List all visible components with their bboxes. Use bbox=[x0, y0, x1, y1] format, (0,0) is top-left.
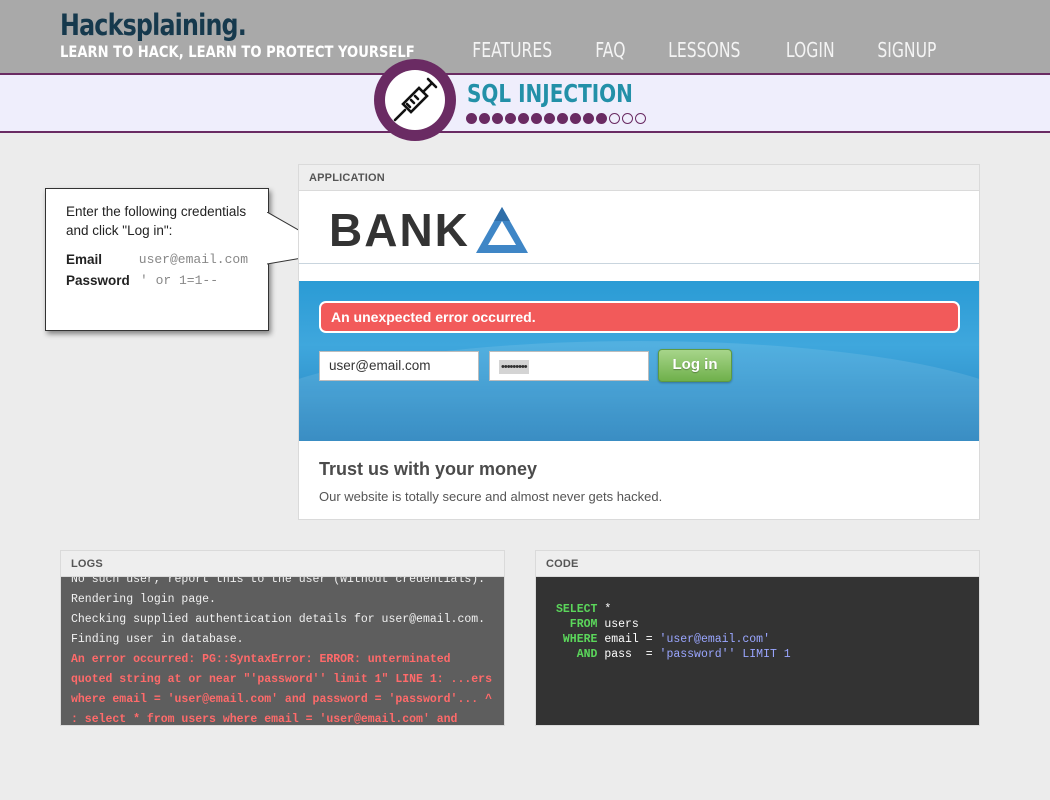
logs-console[interactable]: No such user, report this to the user (w… bbox=[61, 577, 504, 725]
sql-text: users bbox=[597, 618, 639, 631]
progress-dot bbox=[492, 113, 503, 124]
nav-features[interactable]: FEATURES bbox=[472, 38, 552, 62]
logs-header: LOGS bbox=[61, 551, 504, 577]
sql-keyword: SELECT bbox=[556, 603, 598, 616]
code-line: SELECT * bbox=[556, 602, 959, 617]
progress-dot bbox=[531, 113, 542, 124]
nav-faq[interactable]: FAQ bbox=[596, 38, 626, 62]
sql-keyword: WHERE bbox=[556, 633, 598, 646]
callout-instruction: Enter the following credentials and clic… bbox=[66, 204, 247, 238]
nav-signup[interactable]: SIGNUP bbox=[878, 38, 937, 62]
password-input[interactable]: ••••••••• bbox=[489, 351, 649, 381]
login-button[interactable]: Log in bbox=[658, 349, 732, 382]
application-header: APPLICATION bbox=[299, 165, 979, 191]
password-hint: ' or 1=1-- bbox=[140, 273, 219, 288]
nav-lessons[interactable]: LESSONS bbox=[668, 38, 740, 62]
progress-dot bbox=[518, 113, 529, 124]
progress-dot bbox=[596, 113, 607, 124]
code-line: FROM users bbox=[556, 617, 959, 632]
bank-triangle-icon bbox=[475, 207, 528, 253]
code-line: WHERE email = 'user@email.com' bbox=[556, 632, 959, 647]
progress-dot bbox=[479, 113, 490, 124]
progress-dot bbox=[466, 113, 477, 124]
site-title[interactable]: Hacksplaining. bbox=[60, 8, 415, 42]
email-input-value: user@email.com bbox=[329, 358, 431, 373]
logs-panel: LOGS No such user, report this to the us… bbox=[60, 550, 505, 726]
sql-text: email = bbox=[597, 633, 660, 646]
email-hint: user@email.com bbox=[138, 252, 248, 267]
password-input-value: ••••••••• bbox=[499, 360, 529, 374]
password-label: Password bbox=[66, 273, 130, 288]
code-panel: CODE SELECT * FROM users WHERE email = '… bbox=[535, 550, 980, 726]
log-line: Checking supplied authentication details… bbox=[71, 613, 486, 626]
lesson-title: SQL INJECTION bbox=[467, 79, 633, 108]
sql-code: SELECT * FROM users WHERE email = 'user@… bbox=[536, 577, 979, 725]
trust-title: Trust us with your money bbox=[319, 459, 538, 479]
syringe-icon bbox=[385, 70, 445, 130]
site-tagline: LEARN TO HACK, LEARN TO PROTECT YOURSELF bbox=[60, 42, 415, 61]
sql-keyword: FROM bbox=[556, 618, 598, 631]
email-input[interactable]: user@email.com bbox=[319, 351, 479, 381]
bank-logo-text: BANK bbox=[329, 204, 470, 256]
top-bar: Hacksplaining. LEARN TO HACK, LEARN TO P… bbox=[0, 0, 1050, 73]
nav-login[interactable]: LOGIN bbox=[786, 38, 835, 62]
progress-dot bbox=[544, 113, 555, 124]
log-lines: No such user, report this to the user (w… bbox=[71, 577, 496, 725]
progress-dot bbox=[505, 113, 516, 124]
progress-dot bbox=[583, 113, 594, 124]
sql-string: 'password'' LIMIT 1 bbox=[659, 648, 791, 661]
log-line: Finding user in database. bbox=[71, 633, 244, 646]
progress-dot bbox=[570, 113, 581, 124]
sql-text: pass = bbox=[597, 648, 660, 661]
sql-string: 'user@email.com' bbox=[659, 633, 770, 646]
progress-dot bbox=[622, 113, 633, 124]
progress-dot bbox=[609, 113, 620, 124]
login-hero: An unexpected error occurred. user@email… bbox=[299, 281, 979, 441]
credential-password-row: Password ' or 1=1-- bbox=[66, 271, 248, 290]
brand[interactable]: Hacksplaining. LEARN TO HACK, LEARN TO P… bbox=[60, 8, 493, 61]
error-alert: An unexpected error occurred. bbox=[319, 301, 960, 333]
main-nav: FEATURES FAQ LESSONS LOGIN SIGNUP bbox=[461, 38, 945, 62]
bank-logo: BANK bbox=[329, 203, 530, 257]
progress-dot bbox=[635, 113, 646, 124]
log-line: Rendering login page. bbox=[71, 593, 216, 606]
lesson-progress bbox=[466, 113, 646, 124]
instruction-callout: Enter the following credentials and clic… bbox=[45, 188, 269, 331]
code-header: CODE bbox=[536, 551, 979, 577]
sql-keyword: AND bbox=[556, 648, 598, 661]
code-line: AND pass = 'password'' LIMIT 1 bbox=[556, 647, 959, 662]
credentials: Email user@email.com Password ' or 1=1-- bbox=[66, 250, 248, 290]
email-label: Email bbox=[66, 252, 103, 267]
progress-dot bbox=[557, 113, 568, 124]
lesson-badge bbox=[374, 59, 456, 141]
sql-text: * bbox=[597, 603, 612, 616]
trust-subtitle: Our website is totally secure and almost… bbox=[319, 489, 663, 504]
credential-email-row: Email user@email.com bbox=[66, 250, 248, 269]
log-line-error: An error occurred: PG::SyntaxError: ERRO… bbox=[71, 653, 492, 725]
log-line: No such user, report this to the user (w… bbox=[71, 577, 486, 586]
header-divider bbox=[299, 263, 979, 264]
application-panel: APPLICATION BANK An unexpected error occ… bbox=[298, 164, 980, 520]
